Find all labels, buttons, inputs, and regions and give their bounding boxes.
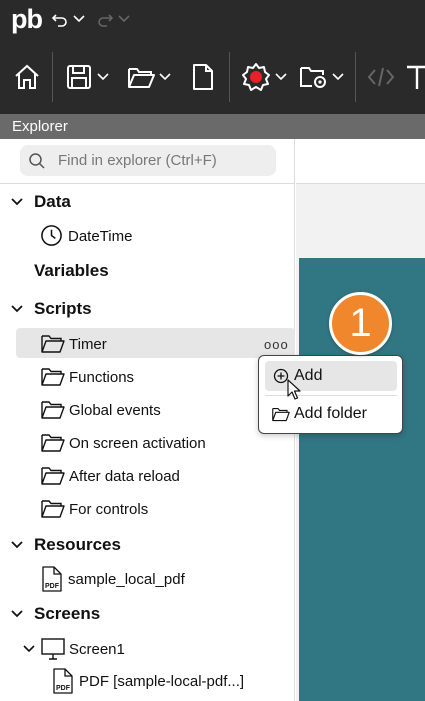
app-logo: pb xyxy=(11,4,43,34)
title-bar: pb xyxy=(0,0,425,42)
clock-icon xyxy=(41,225,62,246)
tree-item-label: Global events xyxy=(69,401,161,419)
tree-folder-timer[interactable]: Timer ooo xyxy=(0,329,295,359)
tree-item-screen1[interactable]: Screen1 xyxy=(0,634,295,664)
section-label: Variables xyxy=(34,261,109,280)
search-icon xyxy=(28,152,46,175)
tree-folder-after-data-reload[interactable]: After data reload xyxy=(0,461,295,491)
open-dropdown-chevron-icon[interactable] xyxy=(158,70,172,84)
code-icon xyxy=(366,64,396,90)
tree-item-label: After data reload xyxy=(69,467,180,485)
undo-dropdown-chevron-icon[interactable] xyxy=(72,12,86,26)
section-label: Scripts xyxy=(34,299,92,318)
tree-folder-on-screen-activation[interactable]: On screen activation xyxy=(0,428,295,458)
folder-icon xyxy=(41,434,65,452)
explorer-search[interactable] xyxy=(20,145,276,176)
undo-icon[interactable] xyxy=(50,10,70,30)
tree-section-data[interactable]: Data xyxy=(0,187,295,217)
app-window: pb Explorer Find in explorer (Ctrl+F) Da… xyxy=(0,0,425,701)
tree-item-label: On screen activation xyxy=(69,434,206,452)
tree-item-datetime[interactable]: DateTime xyxy=(0,221,295,251)
run-dropdown-chevron-icon[interactable] xyxy=(274,70,288,84)
tree-folder-for-controls[interactable]: For controls xyxy=(0,494,295,524)
folder-icon xyxy=(41,335,65,353)
tree-item-label: DateTime xyxy=(68,227,133,245)
chevron-down-icon[interactable] xyxy=(10,538,24,552)
tree-item-label: Timer xyxy=(69,335,107,353)
monitor-icon xyxy=(41,638,65,660)
home-icon[interactable] xyxy=(12,62,42,92)
section-label: Resources xyxy=(34,535,121,554)
tree-item-label: sample_local_pdf xyxy=(68,570,185,588)
step-callout-badge: 1 xyxy=(329,292,392,355)
tree-item-label: For controls xyxy=(69,500,149,518)
search-area xyxy=(0,139,295,184)
section-label: Data xyxy=(34,192,71,211)
menu-item-label: Add folder xyxy=(294,405,367,422)
folder-icon xyxy=(272,407,290,422)
search-input[interactable] xyxy=(58,145,268,176)
redo-icon xyxy=(95,10,115,30)
folder-icon xyxy=(41,401,65,419)
tree-section-screens[interactable]: Screens xyxy=(0,599,295,629)
menu-item-add-folder[interactable]: Add folder xyxy=(265,399,397,429)
chevron-down-icon[interactable] xyxy=(22,642,36,656)
tree-folder-global-events[interactable]: Global events xyxy=(0,395,295,425)
open-folder-icon[interactable] xyxy=(126,62,156,92)
folder-icon xyxy=(41,500,65,518)
save-dropdown-chevron-icon[interactable] xyxy=(96,70,110,84)
context-menu: Add Add folder xyxy=(258,355,403,434)
main-toolbar xyxy=(0,42,425,114)
explorer-panel: Data DateTime Variables Scripts Timer oo… xyxy=(0,139,295,701)
svg-text:PDF: PDF xyxy=(56,685,71,692)
redo-dropdown-chevron-icon xyxy=(117,12,131,26)
tree-item-label: PDF [sample-local-pdf...] xyxy=(79,672,245,690)
mouse-cursor-icon xyxy=(287,379,301,400)
project-dropdown-chevron-icon[interactable] xyxy=(331,70,345,84)
menu-item-add[interactable]: Add xyxy=(265,361,397,391)
folder-icon xyxy=(41,467,65,485)
tree-section-variables[interactable]: Variables xyxy=(0,256,295,286)
menu-divider xyxy=(265,395,397,396)
save-icon[interactable] xyxy=(64,62,94,92)
canvas-top-bar xyxy=(296,139,425,184)
tree-item-sample-local-pdf[interactable]: PDF sample_local_pdf xyxy=(0,564,295,594)
chevron-down-icon[interactable] xyxy=(10,607,24,621)
chevron-down-icon[interactable] xyxy=(10,302,24,316)
tree-item-label: Functions xyxy=(69,368,135,386)
svg-text:PDF: PDF xyxy=(45,583,60,590)
folder-icon xyxy=(41,368,65,386)
section-label: Screens xyxy=(34,604,101,623)
pdf-file-icon: PDF xyxy=(42,566,62,592)
more-options-icon[interactable]: ooo xyxy=(264,337,289,352)
pdf-file-icon: PDF xyxy=(53,668,73,694)
new-document-icon[interactable] xyxy=(189,62,217,92)
explorer-header: Explorer xyxy=(0,114,425,139)
tree-item-pdf-control[interactable]: PDF PDF [sample-local-pdf...] xyxy=(0,666,295,696)
tree-folder-functions[interactable]: Functions xyxy=(0,362,295,392)
tree-item-label: Screen1 xyxy=(69,640,125,658)
tree-section-scripts[interactable]: Scripts xyxy=(0,294,295,324)
text-tool-icon[interactable] xyxy=(405,62,425,92)
run-settings-icon[interactable] xyxy=(240,61,272,93)
project-settings-icon[interactable] xyxy=(298,62,328,92)
tree-section-resources[interactable]: Resources xyxy=(0,530,295,560)
chevron-down-icon[interactable] xyxy=(10,195,24,209)
